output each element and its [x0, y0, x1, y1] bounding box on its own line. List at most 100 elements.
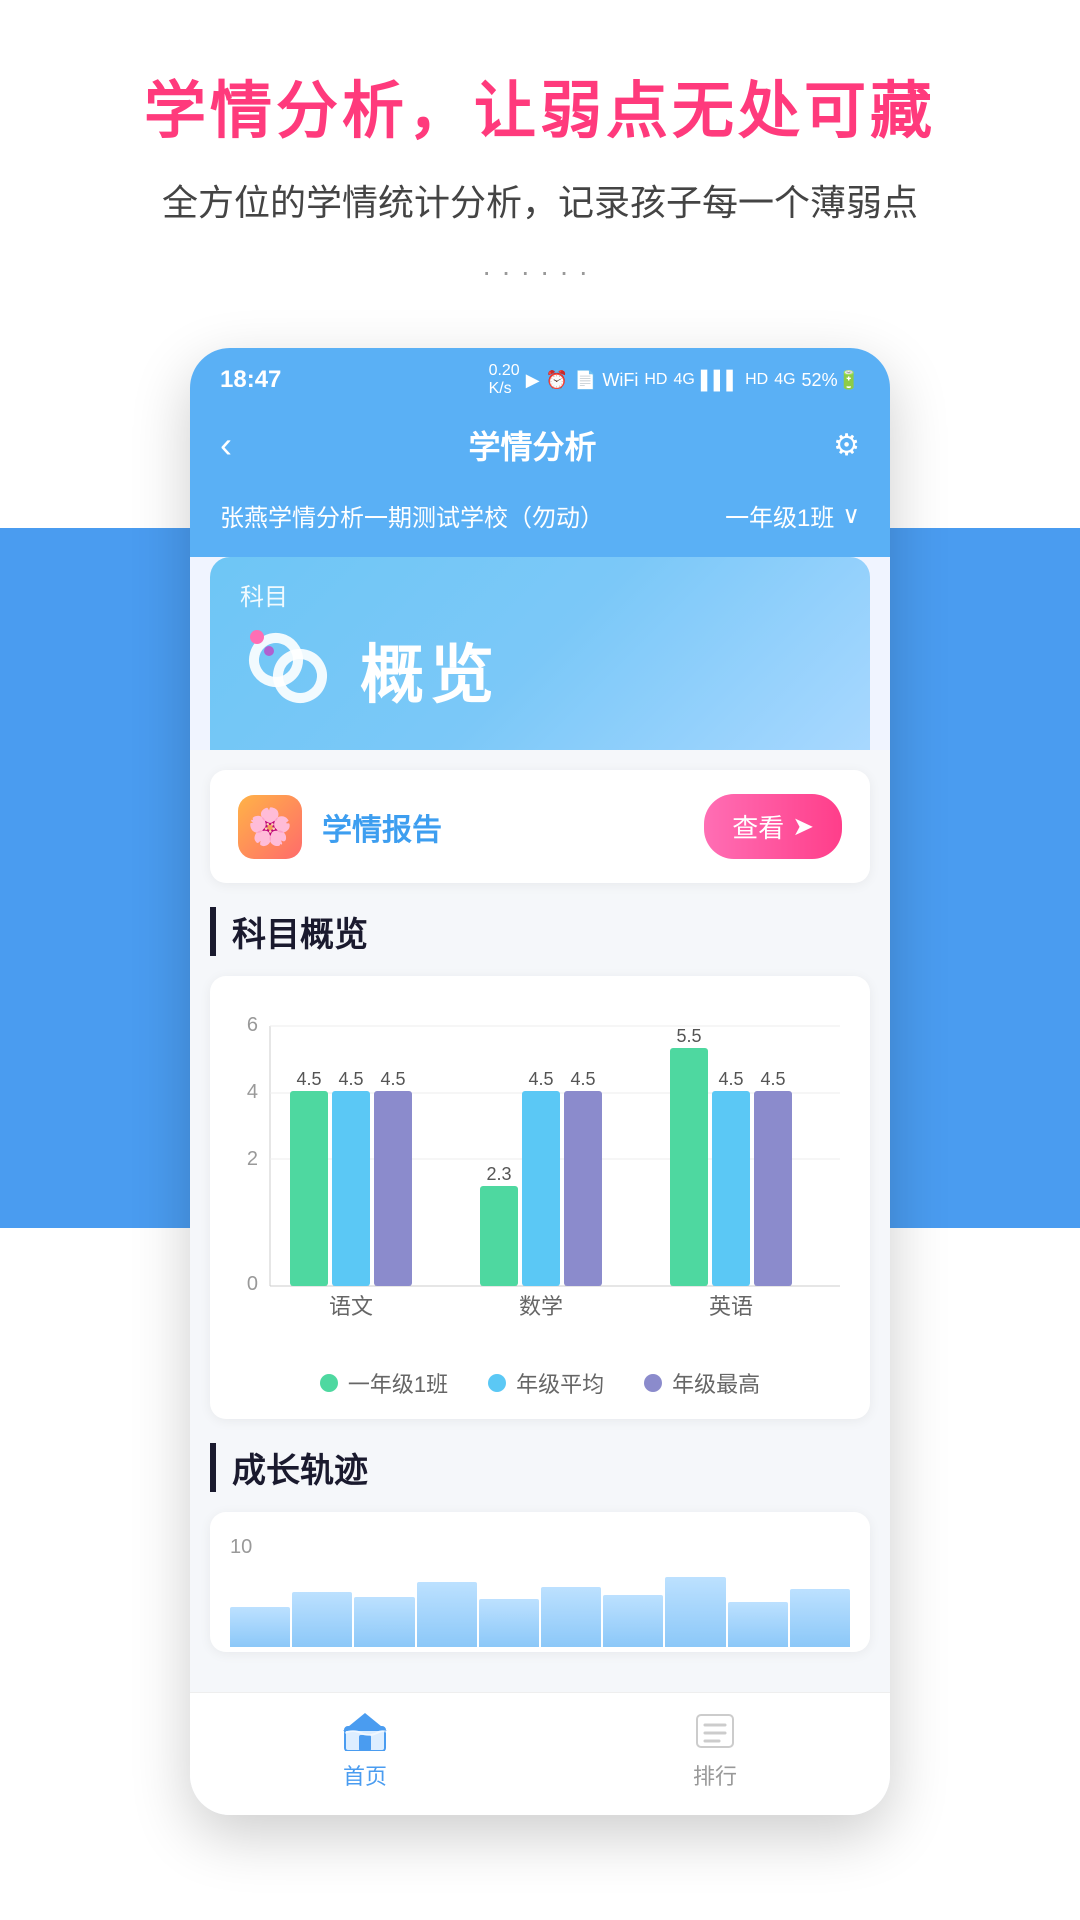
subject-section-title: 科目概览	[210, 907, 870, 956]
growth-bar-10	[790, 1589, 850, 1647]
top-section: 学情分析，让弱点无处可藏 全方位的学情统计分析，记录孩子每一个薄弱点 ·····…	[0, 0, 1080, 348]
back-button[interactable]: ‹	[220, 424, 232, 466]
sub-title: 全方位的学情统计分析，记录孩子每一个薄弱点	[40, 174, 1040, 226]
rank-icon	[687, 1709, 743, 1753]
growth-bar-6	[541, 1587, 601, 1647]
status-icons: 0.20K/s ▶ ⏰ 📄 WiFi HD 4G ▌▌▌ HD 4G 52%🔋	[489, 362, 860, 398]
svg-text:2.3: 2.3	[486, 1164, 511, 1184]
svg-text:4.5: 4.5	[380, 1069, 405, 1089]
legend-dot-max	[644, 1374, 662, 1392]
nav-item-rank[interactable]: 排行	[687, 1709, 743, 1791]
dots-decoration: ······	[40, 256, 1040, 288]
report-label: 学情报告	[322, 805, 442, 849]
nav-label-home: 首页	[343, 1759, 387, 1791]
nav-label-rank: 排行	[693, 1759, 737, 1791]
growth-section: 成长轨迹 10	[210, 1443, 870, 1672]
chevron-down-icon: ∨	[842, 501, 860, 530]
nav-item-home[interactable]: 首页	[337, 1709, 393, 1791]
svg-text:数学: 数学	[519, 1294, 563, 1319]
legend-label-class: 一年级1班	[348, 1367, 448, 1399]
signal-icon: ▌▌▌	[701, 370, 739, 391]
bar-yuwen-max	[374, 1091, 412, 1286]
status-bar: 18:47 0.20K/s ▶ ⏰ 📄 WiFi HD 4G ▌▌▌ HD 4G…	[190, 348, 890, 406]
bar-shuxue-class	[480, 1186, 518, 1286]
growth-bar-5	[479, 1599, 539, 1647]
4g-label: 4G	[673, 371, 694, 389]
status-time: 18:47	[220, 366, 281, 394]
legend-avg: 年级平均	[488, 1367, 604, 1399]
play-icon: ▶	[526, 370, 540, 391]
svg-text:5.5: 5.5	[676, 1026, 701, 1046]
rank-svg	[691, 1711, 739, 1751]
arrow-right-icon: ➤	[792, 811, 814, 842]
growth-section-title: 成长轨迹	[210, 1443, 870, 1492]
doc-icon: 📄	[574, 370, 596, 391]
subject-label: 科目	[240, 577, 840, 612]
bar-yuwen-class	[290, 1091, 328, 1286]
class-selector[interactable]: 一年级1班 ∨	[725, 498, 860, 533]
subject-overview-section: 科目概览 6 4 2 0	[210, 907, 870, 1419]
report-card: 🌸 学情报告 查看 ➤	[210, 770, 870, 883]
bar-yingyu-class	[670, 1048, 708, 1286]
main-title: 学情分析，让弱点无处可藏	[40, 60, 1040, 150]
flower-icon: 🌸	[248, 806, 293, 848]
svg-text:4.5: 4.5	[296, 1069, 321, 1089]
growth-bar-2	[292, 1592, 352, 1647]
hd-label2: HD	[745, 371, 768, 389]
class-name: 一年级1班	[725, 498, 834, 533]
view-btn-label: 查看	[732, 808, 784, 845]
svg-text:4.5: 4.5	[338, 1069, 363, 1089]
dot-pink	[250, 630, 264, 644]
svg-text:4.5: 4.5	[760, 1069, 785, 1089]
svg-text:6: 6	[247, 1014, 258, 1036]
wifi-icon: WiFi	[602, 370, 638, 391]
battery: 52%🔋	[802, 370, 860, 391]
school-name: 张燕学情分析一期测试学校（勿动）	[220, 498, 604, 533]
legend-label-max: 年级最高	[672, 1367, 760, 1399]
subject-card: 科目 概览	[210, 557, 870, 750]
4g-label2: 4G	[774, 371, 795, 389]
growth-bar-1	[230, 1607, 290, 1647]
svg-text:4.5: 4.5	[718, 1069, 743, 1089]
legend-label-avg: 年级平均	[516, 1367, 604, 1399]
legend-dot-class	[320, 1374, 338, 1392]
view-button[interactable]: 查看 ➤	[704, 794, 842, 859]
alarm-icon: ⏰	[546, 370, 568, 391]
report-left: 🌸 学情报告	[238, 795, 442, 859]
network-speed: 0.20K/s	[489, 362, 520, 398]
settings-icon[interactable]: ⚙	[833, 428, 860, 463]
svg-text:语文: 语文	[329, 1294, 373, 1319]
growth-bar-3	[354, 1597, 414, 1647]
growth-bar-9	[728, 1602, 788, 1647]
report-icon: 🌸	[238, 795, 302, 859]
blue-bg-left	[0, 528, 220, 1228]
blue-bg-right	[860, 528, 1080, 1228]
main-content: 🌸 学情报告 查看 ➤ 科目概览	[190, 750, 890, 1692]
phone-mockup: 18:47 0.20K/s ▶ ⏰ 📄 WiFi HD 4G ▌▌▌ HD 4G…	[190, 348, 890, 1815]
bar-yuwen-avg	[332, 1091, 370, 1286]
bar-shuxue-max	[564, 1091, 602, 1286]
growth-bars	[230, 1567, 850, 1647]
chart-legend: 一年级1班 年级平均 年级最高	[230, 1367, 850, 1399]
subject-card-main: 概览	[240, 620, 840, 720]
growth-y-label: 10	[230, 1536, 850, 1559]
bar-yingyu-max	[754, 1091, 792, 1286]
chart-container: 6 4 2 0 4.5	[210, 976, 870, 1419]
subject-icon	[240, 620, 340, 720]
subject-title: 概览	[360, 624, 500, 716]
dot-purple	[264, 646, 274, 656]
svg-text:4.5: 4.5	[570, 1069, 595, 1089]
svg-text:0: 0	[247, 1273, 258, 1295]
legend-dot-avg	[488, 1374, 506, 1392]
svg-text:4.5: 4.5	[528, 1069, 553, 1089]
growth-bar-7	[603, 1595, 663, 1647]
bar-chart-svg: 6 4 2 0 4.5	[230, 1006, 850, 1346]
growth-bar-8	[665, 1577, 725, 1647]
svg-text:4: 4	[247, 1081, 258, 1103]
nav-bar: ‹ 学情分析 ⚙	[190, 406, 890, 488]
growth-chart: 10	[210, 1512, 870, 1652]
hd-label: HD	[644, 371, 667, 389]
legend-max: 年级最高	[644, 1367, 760, 1399]
growth-bar-4	[417, 1582, 477, 1647]
bar-shuxue-avg	[522, 1091, 560, 1286]
